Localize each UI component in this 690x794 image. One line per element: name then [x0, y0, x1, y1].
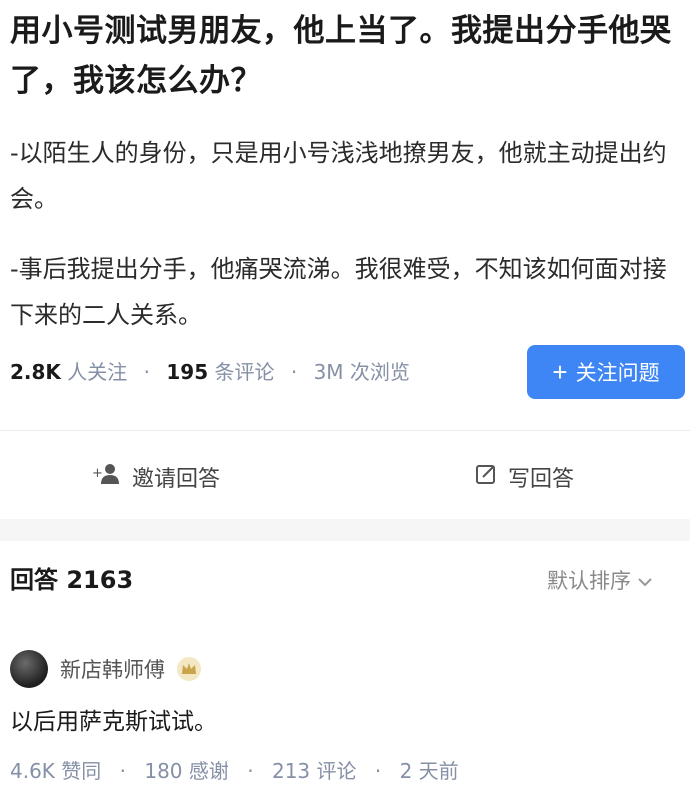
separator: · [119, 759, 126, 783]
answer-author[interactable]: 新店韩师傅 [10, 650, 201, 688]
followers-label: 人关注 [67, 360, 128, 384]
comments-link[interactable]: 条评论 [214, 360, 274, 384]
comments-count: 195 [166, 360, 209, 384]
answers-count-heading: 回答 2163 [10, 566, 134, 594]
avatar[interactable] [10, 650, 48, 688]
question-stats: 2.8K 人关注 · 195 条评论 · 3M 次浏览 [10, 354, 410, 390]
follow-button-label: 关注问题 [575, 362, 660, 385]
crown-badge-icon [177, 657, 201, 681]
question-description-2: -事后我提出分手，他痛哭流涕。我很难受，不知该如何面对接下来的二人关系。 [10, 255, 667, 329]
separator: · [374, 759, 382, 783]
followers-count: 2.8K [10, 360, 61, 384]
answer-comments-count[interactable]: 213 评论 [272, 759, 357, 783]
sort-dropdown[interactable]: 默认排序 [547, 562, 653, 600]
invite-answer-label: 邀请回答 [132, 467, 221, 492]
invite-user-icon: + [92, 462, 122, 492]
plus-icon: + [552, 357, 568, 387]
write-answer-button[interactable]: 写回答 [474, 455, 574, 499]
sort-label: 默认排序 [547, 569, 631, 593]
edit-icon [474, 462, 498, 492]
answer-meta: 4.6K 赞同 · 180 感谢 · 213 评论 · 2 天前 [10, 754, 459, 788]
write-answer-label: 写回答 [508, 467, 575, 492]
section-separator [0, 519, 690, 541]
thanks-count[interactable]: 180 感谢 [144, 759, 229, 783]
separator: · [290, 360, 298, 384]
views-label: 次浏览 [349, 360, 410, 384]
likes-count[interactable]: 4.6K 赞同 [10, 759, 101, 783]
author-name[interactable]: 新店韩师傅 [60, 654, 165, 684]
question-description-1: -以陌生人的身份，只是用小号浅浅地撩男友，他就主动提出约会。 [10, 139, 667, 213]
follow-question-button[interactable]: + 关注问题 [527, 345, 685, 399]
views-count: 3M [313, 360, 344, 384]
svg-text:+: + [92, 466, 103, 481]
invite-answer-button[interactable]: + 邀请回答 [92, 455, 220, 499]
answer-text[interactable]: 以后用萨克斯试试。 [10, 702, 217, 742]
question-title: 用小号测试男朋友，他上当了。我提出分手他哭了，我该怎么办？ [10, 13, 672, 99]
divider [0, 430, 690, 431]
answer-time: 2 天前 [399, 759, 459, 783]
separator: · [143, 360, 151, 384]
separator: · [247, 759, 254, 783]
chevron-down-icon [637, 562, 653, 600]
